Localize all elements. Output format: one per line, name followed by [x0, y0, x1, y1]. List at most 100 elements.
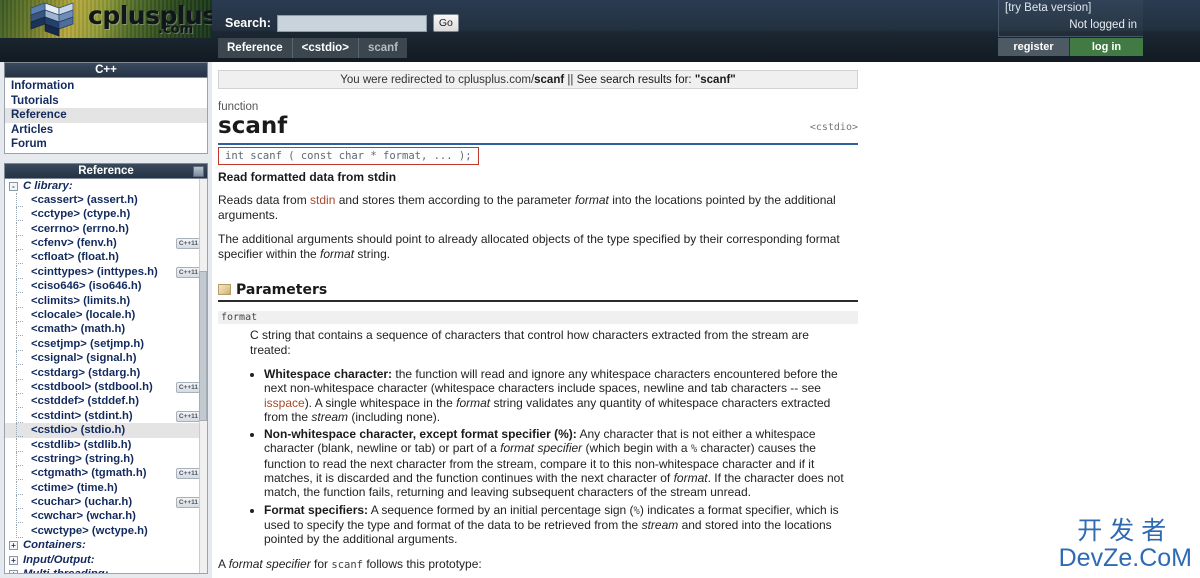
- tree-branch-icon: [16, 221, 23, 236]
- cpp11-badge: C++11: [175, 497, 201, 509]
- redirect-separator: ||: [564, 74, 577, 86]
- description-paragraph-2: The additional arguments should point to…: [218, 232, 858, 262]
- tree-row-label: <clocale> (locale.h): [31, 309, 136, 322]
- tree-group-row[interactable]: + Containers:: [5, 538, 207, 552]
- tree-leaf-row[interactable]: <cstddef> (stddef.h): [5, 394, 207, 409]
- tree-leaf-row[interactable]: <csetjmp> (setjmp.h): [5, 336, 207, 351]
- expand-icon[interactable]: +: [9, 541, 18, 551]
- tree-group-row[interactable]: + Input/Output:: [5, 553, 207, 567]
- sidebar-item-articles[interactable]: Articles: [5, 123, 207, 138]
- tree-leaf-row[interactable]: <cwchar> (wchar.h): [5, 509, 207, 524]
- tree-leaf-row[interactable]: <cassert> (assert.h): [5, 192, 207, 207]
- redirect-search-term: "scanf": [694, 74, 736, 86]
- breadcrumb-item-scanf[interactable]: scanf: [359, 38, 407, 58]
- tree-leaf-row[interactable]: <cinttypes> (inttypes.h) C++11: [5, 264, 207, 279]
- parameter-description-format: C string that contains a sequence of cha…: [250, 328, 809, 357]
- tree-leaf-row[interactable]: <cmath> (math.h): [5, 322, 207, 337]
- redirect-target: scanf: [534, 74, 565, 86]
- cpp11-badge: C++11: [175, 381, 201, 393]
- tree-group-row[interactable]: + Multi-threading:: [5, 567, 207, 573]
- cplusplus-cube-logo-icon: [30, 2, 74, 37]
- expand-icon[interactable]: +: [9, 570, 18, 573]
- tree-leaf-row[interactable]: <cstdint> (stdint.h) C++11: [5, 408, 207, 423]
- bullet-3-text-1: A sequence formed by an initial percenta…: [368, 502, 634, 517]
- tree-leaf-row[interactable]: <cstring> (string.h): [5, 451, 207, 466]
- tree-branch-icon: [16, 480, 23, 495]
- bullet-2-title: Non-whitespace character, except format …: [264, 427, 577, 442]
- account-buttons: register log in: [998, 38, 1143, 56]
- search-area: Search: Go: [225, 12, 459, 34]
- sidebar-scrollbar-thumb[interactable]: [199, 270, 207, 421]
- tree-leaf-row[interactable]: <cwctype> (wctype.h): [5, 523, 207, 538]
- desc-p2-b: string.: [354, 247, 391, 261]
- tree-leaf-row[interactable]: <cerrno> (errno.h): [5, 221, 207, 236]
- tree-branch-icon: [16, 495, 23, 510]
- tree-leaf-row[interactable]: <clocale> (locale.h): [5, 308, 207, 323]
- tree-leaf-row[interactable]: <cstdbool> (stdbool.h) C++11: [5, 379, 207, 394]
- reference-tree: -C library: <cassert> (assert.h) <cctype> …: [4, 177, 208, 574]
- tree-row-label: <csignal> (signal.h): [31, 352, 137, 365]
- tree-leaf-row[interactable]: <csignal> (signal.h): [5, 351, 207, 366]
- site-banner: cplusplus .com Search: Go [try Beta vers…: [0, 0, 1200, 62]
- page-title: scanf: [218, 113, 288, 139]
- collapse-icon[interactable]: -: [9, 181, 18, 191]
- try-beta-version-link[interactable]: [try Beta version]: [1005, 2, 1091, 14]
- tree-row-label: <climits> (limits.h): [31, 294, 131, 307]
- tree-branch-icon: [16, 423, 23, 438]
- tree-leaf-row[interactable]: <cstdlib> (stdlib.h): [5, 437, 207, 452]
- stdin-link[interactable]: stdin: [310, 193, 335, 207]
- tree-leaf-row[interactable]: <ctgmath> (tgmath.h) C++11: [5, 466, 207, 481]
- section-flag-icon: [218, 284, 231, 295]
- register-button[interactable]: register: [998, 38, 1070, 56]
- reference-panel-title-text: Reference: [78, 164, 134, 177]
- proto-intro-code: scanf: [331, 558, 363, 571]
- tree-leaf-row[interactable]: <cctype> (ctype.h): [5, 207, 207, 222]
- tree-leaf-row[interactable]: <cstdarg> (stdarg.h): [5, 365, 207, 380]
- sidebar-item-reference[interactable]: Reference: [5, 108, 207, 123]
- list-item: Whitespace character: the function will …: [264, 367, 844, 424]
- breadcrumb: Reference <cstdio> scanf: [218, 38, 407, 58]
- sidebar-item-tutorials[interactable]: Tutorials: [5, 94, 207, 109]
- tree-row-label: <cwctype> (wctype.h): [31, 524, 148, 537]
- tree-row-label: <cstdio> (stdio.h): [31, 424, 126, 437]
- main-content: You were redirected to cplusplus.com/sca…: [218, 62, 1200, 578]
- breadcrumb-item-reference[interactable]: Reference: [218, 38, 293, 58]
- search-input[interactable]: [276, 14, 427, 32]
- tree-group-row[interactable]: -C library:: [5, 179, 207, 193]
- tree-branch-icon: [16, 351, 23, 366]
- reference-panel: Reference -C library: <cassert> (assert.h…: [4, 162, 208, 574]
- desc-p2-em: format: [320, 247, 355, 261]
- tree-branch-icon: [16, 236, 23, 251]
- tree-row-label: <cwchar> (wchar.h): [31, 510, 136, 523]
- site-logo[interactable]: cplusplus .com: [0, 0, 212, 38]
- login-button[interactable]: log in: [1070, 38, 1143, 56]
- tree-leaf-row[interactable]: <ciso646> (iso646.h): [5, 279, 207, 294]
- isspace-link[interactable]: isspace: [264, 396, 305, 410]
- tree-leaf-row[interactable]: <cstdio> (stdio.h): [5, 423, 207, 438]
- search-results-link[interactable]: See search results for:: [577, 74, 695, 86]
- tree-row-label: C library:: [23, 179, 73, 192]
- tree-row-label: <cerrno> (errno.h): [31, 222, 129, 235]
- list-item: Format specifiers: A sequence formed by …: [264, 503, 844, 547]
- login-status-text: Not logged in: [1069, 19, 1137, 31]
- breadcrumb-item-cstdio[interactable]: <cstdio>: [293, 38, 359, 58]
- tree-leaf-row[interactable]: <cfenv> (fenv.h) C++11: [5, 236, 207, 251]
- expand-icon[interactable]: +: [9, 555, 18, 565]
- sidebar-item-information[interactable]: Information: [5, 79, 207, 94]
- desc-p1-a: Reads data from: [218, 193, 311, 207]
- tree-leaf-row[interactable]: <cfloat> (float.h): [5, 250, 207, 265]
- tree-branch-icon: [16, 336, 23, 351]
- proto-intro-b: for: [310, 556, 332, 571]
- tree-leaf-row[interactable]: <cuchar> (uchar.h) C++11: [5, 495, 207, 510]
- proto-intro-em: format specifier: [228, 556, 311, 571]
- tree-row-label: Multi-threading:: [23, 568, 108, 572]
- tree-row-label: <cstdbool> (stdbool.h): [31, 380, 153, 393]
- bullet-2-em-1: format specifier: [500, 441, 583, 456]
- pin-panel-icon[interactable]: [193, 165, 204, 177]
- tree-row-label: <cstddef> (stddef.h): [31, 395, 139, 408]
- sidebar-item-forum[interactable]: Forum: [5, 137, 207, 152]
- sidebar-scrollbar[interactable]: [199, 178, 207, 573]
- search-go-button[interactable]: Go: [432, 14, 459, 32]
- tree-leaf-row[interactable]: <climits> (limits.h): [5, 293, 207, 308]
- tree-leaf-row[interactable]: <ctime> (time.h): [5, 480, 207, 495]
